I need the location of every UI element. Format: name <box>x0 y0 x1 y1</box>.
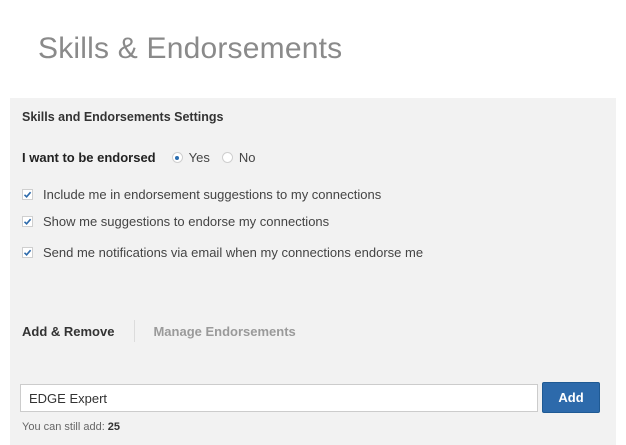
remaining-count: 25 <box>107 421 121 433</box>
page-title: Skills & Endorsements <box>38 32 343 66</box>
endorse-suggestions-option: Show me suggestions to endorse my connec… <box>22 214 329 229</box>
include-suggestions-checkbox[interactable] <box>22 189 33 200</box>
no-radio-label[interactable]: No <box>239 150 256 165</box>
endorse-preference: I want to be endorsed Yes No <box>22 150 267 165</box>
show-suggestions-label[interactable]: Show me suggestions to endorse my connec… <box>43 214 329 229</box>
skill-input[interactable] <box>20 384 538 412</box>
email-notifications-label[interactable]: Send me notifications via email when my … <box>43 245 423 260</box>
tab-add-remove[interactable]: Add & Remove <box>22 324 114 339</box>
checkmark-icon <box>23 249 32 256</box>
suggestions-option: Include me in endorsement suggestions to… <box>22 187 381 202</box>
show-suggestions-checkbox[interactable] <box>22 216 33 227</box>
checkmark-icon <box>23 218 32 225</box>
email-notifications-checkbox[interactable] <box>22 247 33 258</box>
no-radio[interactable] <box>221 152 233 163</box>
include-suggestions-label[interactable]: Include me in endorsement suggestions to… <box>43 187 381 202</box>
yes-radio-label[interactable]: Yes <box>189 150 210 165</box>
settings-heading: Skills and Endorsements Settings <box>22 110 224 124</box>
tab-manage-endorsements[interactable]: Manage Endorsements <box>153 324 295 339</box>
yes-radio[interactable] <box>171 152 183 163</box>
remaining-label: You can still add: <box>22 421 105 433</box>
checkmark-icon <box>23 191 32 198</box>
settings-panel: Skills and Endorsements Settings I want … <box>10 98 616 445</box>
email-notifications-option: Send me notifications via email when my … <box>22 245 423 260</box>
remaining-skills-note: You can still add: 25 <box>22 421 120 433</box>
endorse-label: I want to be endorsed <box>22 150 156 165</box>
skills-tabs: Add & Remove Manage Endorsements <box>22 320 296 342</box>
add-skill-button[interactable]: Add <box>542 382 600 413</box>
tab-divider <box>134 320 136 342</box>
